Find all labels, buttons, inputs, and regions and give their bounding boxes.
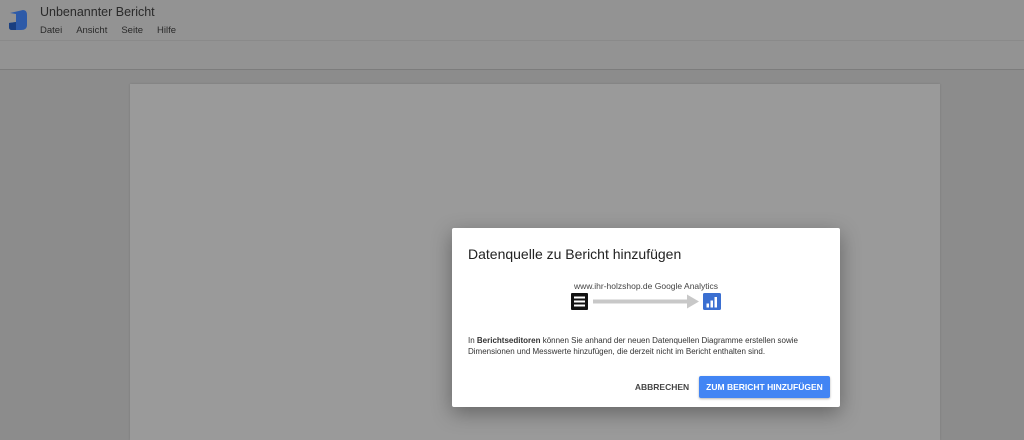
- description-bold: Berichtseditoren: [476, 336, 541, 345]
- data-studio-logo-icon[interactable]: [8, 9, 28, 31]
- arrow-right-icon: [593, 294, 699, 309]
- report-title[interactable]: Unbenannter Bericht: [40, 5, 155, 19]
- dialog-description: In Berichtseditoren können Sie anhand de…: [468, 336, 828, 357]
- menu-item-page[interactable]: Seite: [121, 25, 143, 36]
- database-table-icon: [571, 293, 588, 310]
- description-prefix: In: [468, 336, 477, 345]
- datasource-name: www.ihr-holzshop.de Google Analytics: [573, 281, 719, 291]
- menu-item-file[interactable]: Datei: [40, 25, 62, 36]
- cancel-button[interactable]: ABBRECHEN: [630, 376, 694, 398]
- menu-bar: Datei Ansicht Seite Hilfe: [40, 25, 176, 36]
- dialog-title: Datenquelle zu Bericht hinzufügen: [468, 246, 682, 262]
- report-chart-icon: [703, 293, 721, 310]
- add-datasource-dialog: Datenquelle zu Bericht hinzufügen www.ih…: [452, 228, 840, 407]
- add-to-report-button[interactable]: ZUM BERICHT HINZUFÜGEN: [699, 376, 830, 398]
- datasource-flow-graphic: [571, 293, 721, 310]
- app-header: Unbenannter Bericht Datei Ansicht Seite …: [0, 0, 1024, 40]
- menu-item-view[interactable]: Ansicht: [76, 25, 107, 36]
- menu-item-help[interactable]: Hilfe: [157, 25, 176, 36]
- toolbar: [0, 40, 1024, 71]
